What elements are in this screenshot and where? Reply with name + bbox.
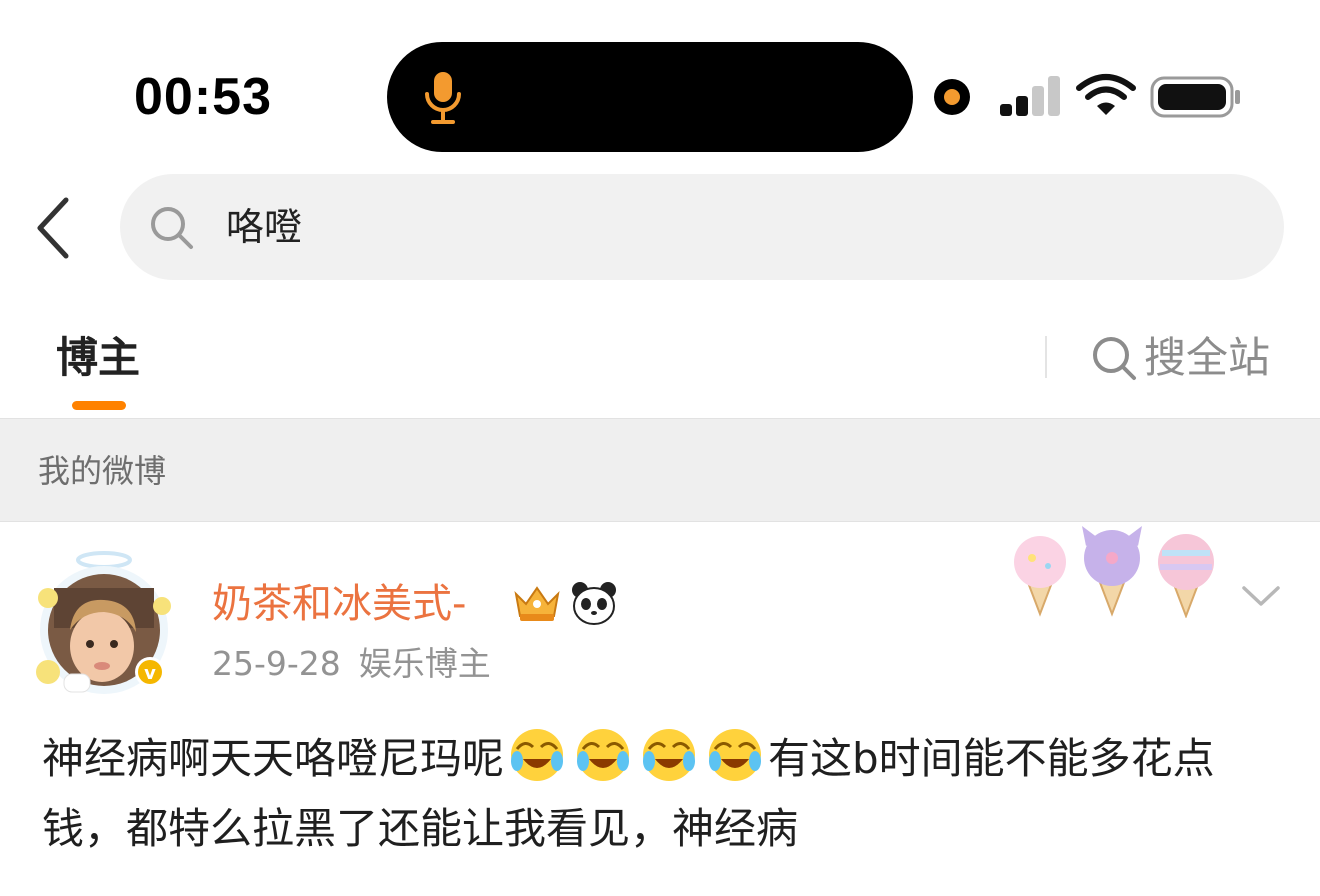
svg-text:v: v	[144, 663, 156, 684]
chevron-left-icon	[37, 197, 69, 259]
post-category: 娱乐博主	[358, 644, 491, 683]
search-bar[interactable]: 咯噔	[120, 174, 1284, 280]
username[interactable]: 奶茶和冰美式-	[212, 577, 466, 631]
divider	[1045, 336, 1047, 378]
recording-indicator	[934, 79, 970, 115]
post-meta: 25-9-28 娱乐博主	[212, 641, 491, 687]
more-options-button[interactable]	[1236, 576, 1286, 616]
avatar[interactable]: v	[34, 548, 174, 698]
section-label: 我的微博	[38, 452, 167, 490]
laugh-cry-emoji	[709, 729, 762, 781]
ice-cream-decoration	[1014, 526, 1214, 618]
search-icon	[151, 207, 193, 249]
section-header: 我的微博	[0, 418, 1320, 522]
search-icon	[1093, 337, 1136, 380]
laugh-cry-emoji	[643, 729, 696, 781]
status-bar: 00:53	[0, 0, 1320, 160]
laugh-cry-emoji	[577, 729, 630, 781]
back-button[interactable]	[28, 192, 84, 264]
post-text-part1: 神经病啊天天咯噔尼玛呢	[42, 734, 505, 783]
post-date: 25-9-28	[212, 644, 341, 683]
clock: 00:53	[134, 68, 272, 126]
post-text: 神经病啊天天咯噔尼玛呢 有这b时间能不能多花点钱，都特么拉黑了还能让我看见，神经…	[42, 724, 1292, 864]
chevron-down-icon	[1242, 586, 1280, 606]
dynamic-island	[387, 42, 913, 152]
search-query[interactable]: 咯噔	[226, 201, 302, 253]
battery-icon	[1150, 76, 1240, 118]
wifi-icon	[1076, 74, 1136, 115]
search-site-label: 搜全站	[1144, 333, 1271, 382]
panda-icon	[572, 582, 616, 625]
search-site-button[interactable]: 搜全站	[1090, 328, 1270, 388]
microphone-icon	[425, 72, 461, 124]
tab-active-indicator	[72, 401, 126, 410]
crown-badge-icon	[514, 586, 560, 621]
avatar-image: v	[36, 551, 171, 694]
signal-icon	[1000, 76, 1060, 116]
tab-blogger[interactable]: 博主	[56, 328, 140, 388]
laugh-cry-emoji	[511, 729, 564, 781]
